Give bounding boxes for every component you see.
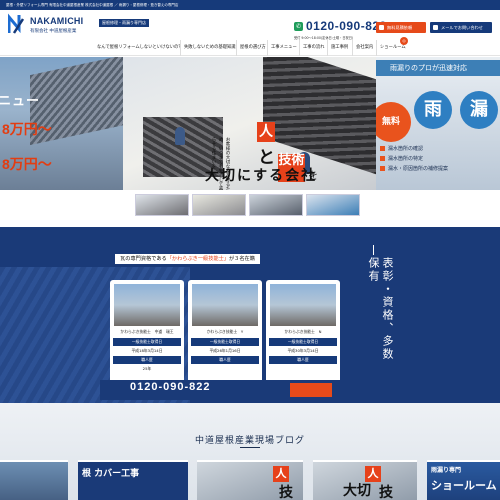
blog-card-char: 人 [273, 466, 289, 482]
nav-item-company[interactable]: 会社案内 [352, 40, 373, 56]
mail-button-label: メールでお問い合わせ [441, 25, 483, 30]
document-icon [379, 25, 384, 30]
qualification-heading: 瓦の専門資格である「かわらぶき一級技能士」が３名在籍 [115, 254, 260, 264]
nav-item-why[interactable]: なんで屋根リフォームしないといけないの？ [94, 40, 183, 56]
vertical-divider [373, 245, 374, 255]
list-item: 漏水箇所の確認 [380, 145, 498, 154]
blog-card-caption: 雨漏り専門 [431, 467, 462, 474]
estimate-button-label: 無料見積依頼 [387, 25, 413, 30]
slide-prev-price-2: 8万円〜 [2, 156, 52, 172]
phone-banner-button[interactable] [290, 383, 332, 397]
worker-image-2 [175, 127, 185, 145]
nav-item-basics[interactable]: 失敗しないための基礎知識 [180, 40, 236, 56]
craftsman-name: かわらぶき技能士 Y [206, 329, 244, 334]
qualification-heading-post: が３名在籍 [228, 256, 255, 262]
phone-banner-number[interactable]: 0120-090-822 [130, 381, 211, 393]
craftsman-photo [192, 284, 258, 326]
nav-item-menu[interactable]: 工事メニュー [267, 40, 297, 56]
showroom-badge-icon: ◎ [400, 37, 408, 45]
blog-section: 中道屋根産業現場ブログ 根 カバー工事 人 技 人 大切 技 雨漏り専門 ショー… [0, 403, 500, 500]
top-strip: 屋根・外壁リフォーム専門 有限会社中道屋根産業 株式会社中道屋根 ／ 雨漏り・屋… [0, 0, 500, 10]
blog-card[interactable]: 雨漏り専門 ショールーム [427, 460, 500, 500]
qualification-heading-highlight: 「かわらぶき一級技能士」 [166, 256, 229, 262]
main-nav: なんで屋根リフォームしないといけないの？ 失敗しないための基礎知識 屋根の選び方… [0, 37, 500, 56]
blog-card-caption: ショールーム [431, 479, 497, 492]
craftsman-name: かわらぶき技能士 N [284, 329, 322, 334]
craftsman-card[interactable]: かわらぶき技能士 中道 瑞王 一級技能士取得日 平成18年3月14日 職人歴 2… [110, 280, 184, 386]
card-value: 平成30年3月14日 [287, 348, 319, 353]
card-label: 一級技能士取得日 [269, 338, 337, 346]
leak-service-list: 漏水箇所の確認 漏水箇所の特定 漏水・原因箇所の補修提案 [380, 145, 498, 175]
blog-heading: 中道屋根産業現場ブログ [0, 433, 500, 448]
craftsman-photo [114, 284, 180, 326]
blog-card[interactable]: 人 技 [197, 460, 303, 500]
awards-vertical-copy: 表彰・資格、多数保有 [367, 257, 394, 361]
blog-card-char: 技 [279, 485, 293, 500]
qualification-heading-pre: 瓦の専門資格である [120, 256, 167, 262]
card-label: 職人歴 [113, 356, 181, 364]
thumbnail-1[interactable] [135, 194, 189, 216]
list-item: 漏水・原因箇所の補修提案 [380, 165, 498, 174]
card-label: 一級技能士取得日 [191, 338, 259, 346]
page: 屋根・外壁リフォーム専門 有限会社中道屋根産業 株式会社中道屋根 ／ 雨漏り・屋… [0, 0, 500, 500]
craftsman-card[interactable]: かわらぶき技能士 Y 一級技能士取得日 平成26年1月16日 職人歴 [188, 280, 262, 386]
mail-button[interactable]: メールでお問い合わせ [430, 22, 492, 33]
card-value: 平成18年3月14日 [131, 348, 163, 353]
card-value: 25年 [142, 366, 152, 371]
header: NAKAMICHI 有限会社 中道屋根産業 屋根修理・雨漏り専門店 ✆ 0120… [0, 10, 500, 40]
thumbnail-4[interactable] [306, 194, 360, 216]
free-badge: 無料 [376, 102, 411, 142]
card-label: 一級技能士取得日 [113, 338, 181, 346]
logo-icon[interactable] [8, 13, 24, 35]
hero-slider[interactable]: ニュー 8万円〜 8万円〜 お客様の大切な家を守るため、いつまでも安心して暮らせ… [0, 57, 500, 190]
list-item: 漏水箇所の特定 [380, 155, 498, 164]
hero-slide-next[interactable]: 雨漏りのプロが迅速対応 無料 雨 漏 漏水箇所の確認 漏水箇所の特定 漏水・原因… [376, 57, 500, 190]
nav-item-flow[interactable]: 工事の流れ [299, 40, 324, 56]
nav-item-choose-roof[interactable]: 屋根の選び方 [236, 40, 266, 56]
estimate-button[interactable]: 無料見積依頼 [376, 22, 426, 33]
mail-icon [433, 25, 438, 30]
thumbnail-2[interactable] [192, 194, 246, 216]
blog-card-caption: 根 カバー工事 [82, 469, 140, 479]
qualification-section: 瓦の専門資格である「かわらぶき一級技能士」が３名在籍 表彰・資格、多数保有 かわ… [0, 227, 500, 403]
header-tagline: 屋根修理・雨漏り専門店 [99, 19, 149, 27]
hero-copy-taisetsu: 大切にする会社 [205, 168, 318, 184]
craftsman-name: かわらぶき技能士 中道 瑞王 [120, 329, 174, 334]
blog-card-char: 大切 [343, 483, 371, 499]
thumbnail-3[interactable] [249, 194, 303, 216]
blog-card[interactable] [0, 460, 68, 500]
phone-icon: ✆ [294, 22, 303, 31]
craftsman-card[interactable]: かわらぶき技能士 N 一級技能士取得日 平成30年3月14日 職人歴 [266, 280, 340, 386]
card-value [191, 365, 259, 373]
hero-slide-prev[interactable]: ニュー 8万円〜 8万円〜 [0, 57, 125, 190]
craftsman-photo [270, 284, 336, 326]
hero-copy-hito: 人 [257, 122, 275, 142]
blog-card[interactable]: 人 大切 技 [313, 460, 417, 500]
blog-card-char: 技 [379, 485, 393, 500]
nav-item-cases[interactable]: 施工事例 [327, 40, 348, 56]
slide-prev-title: ニュー [0, 93, 41, 108]
card-label: 職人歴 [269, 356, 337, 364]
slider-thumbnails [0, 190, 500, 222]
logo-sub: 有限会社 中道屋根産業 [30, 29, 77, 34]
header-phone[interactable]: 0120-090-822 [306, 19, 387, 33]
card-value [269, 365, 337, 373]
leak-badge: 漏 [460, 91, 498, 129]
card-value: 平成26年1月16日 [209, 348, 241, 353]
slide-next-heading: 雨漏りのプロが迅速対応 [376, 60, 500, 76]
rain-badge: 雨 [414, 91, 452, 129]
card-label: 職人歴 [191, 356, 259, 364]
blog-card[interactable]: 根 カバー工事 [78, 460, 188, 500]
logo-text[interactable]: NAKAMICHI [30, 16, 83, 26]
slide-prev-price: 8万円〜 [2, 121, 52, 137]
